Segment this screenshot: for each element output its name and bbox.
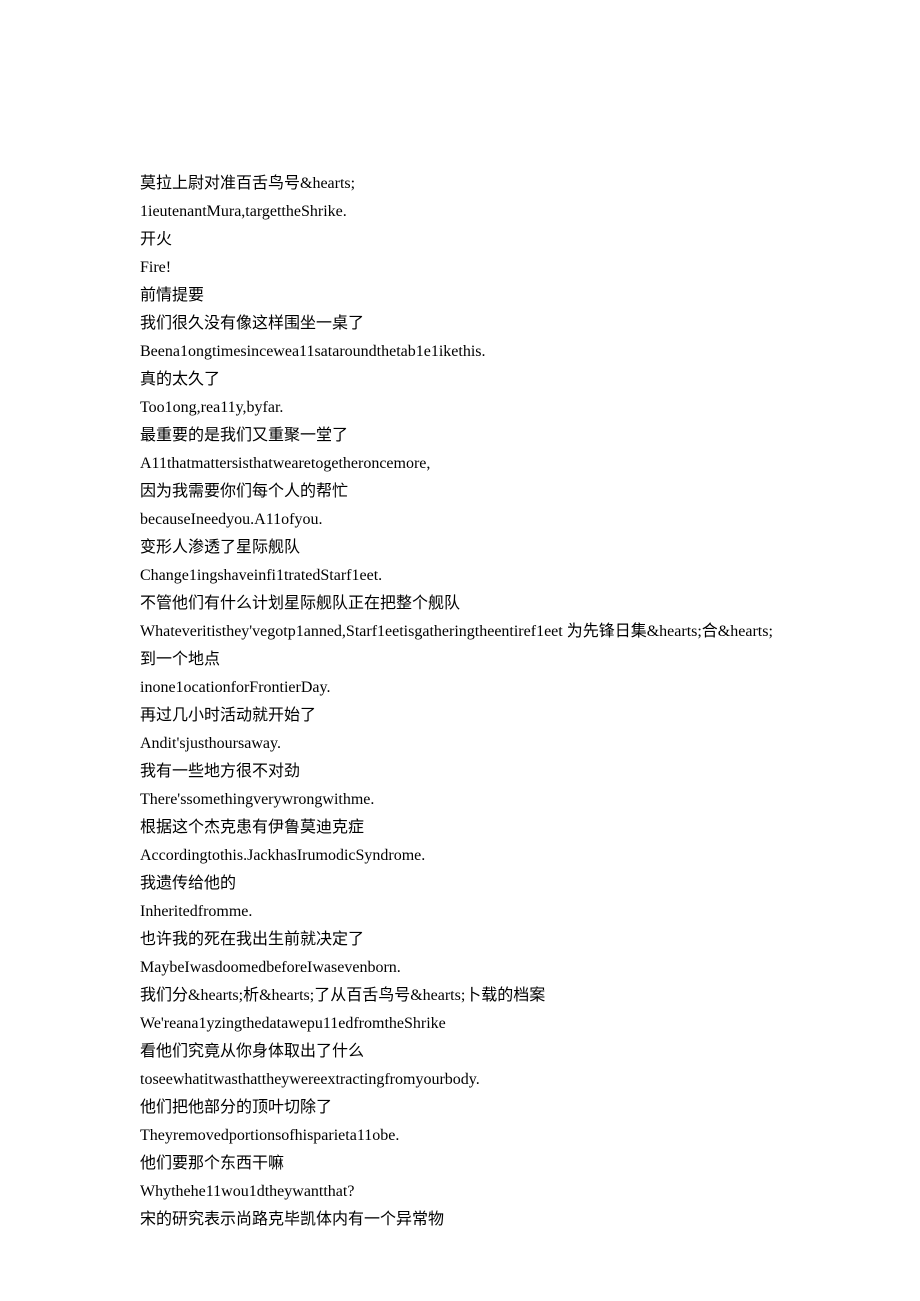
subtitle-line: There'ssomethingverywrongwithme. [140, 786, 780, 814]
subtitle-line: Theyremovedportionsofhisparieta11obe. [140, 1122, 780, 1150]
subtitle-line: inone1ocationforFrontierDay. [140, 674, 780, 702]
subtitle-line: becauseIneedyou.A11ofyou. [140, 506, 780, 534]
subtitle-line: Fire! [140, 254, 780, 282]
subtitle-line: 宋的研究表示尚路克毕凯体内有一个异常物 [140, 1206, 780, 1234]
subtitle-line: Inheritedfromme. [140, 898, 780, 926]
subtitle-line: Change1ingshaveinfi1tratedStarf1eet. [140, 562, 780, 590]
subtitle-line: 根据这个杰克患有伊鲁莫迪克症 [140, 814, 780, 842]
subtitle-line: 因为我需要你们每个人的帮忙 [140, 478, 780, 506]
document-page: 莫拉上尉对准百舌鸟号&hearts;1ieutenantMura,targett… [0, 0, 920, 1301]
subtitle-line: MaybeIwasdoomedbeforeIwasevenborn. [140, 954, 780, 982]
subtitle-line: 我们分&hearts;析&hearts;了从百舌鸟号&hearts;卜载的档案 [140, 982, 780, 1010]
subtitle-line: 也许我的死在我出生前就决定了 [140, 926, 780, 954]
subtitle-line: Accordingtothis.JackhasIrumodicSyndrome. [140, 842, 780, 870]
subtitle-line: We'reana1yzingthedatawepu11edfromtheShri… [140, 1010, 780, 1038]
subtitle-line: 莫拉上尉对准百舌鸟号&hearts; [140, 170, 780, 198]
subtitle-line: 开火 [140, 226, 780, 254]
subtitle-line: 真的太久了 [140, 366, 780, 394]
subtitle-line: 不管他们有什么计划星际舰队正在把整个舰队 [140, 590, 780, 618]
subtitle-line: 最重要的是我们又重聚一堂了 [140, 422, 780, 450]
subtitle-line: 我们很久没有像这样围坐一桌了 [140, 310, 780, 338]
subtitle-line: Whateveritisthey'vegotp1anned,Starf1eeti… [140, 618, 780, 674]
subtitle-line: 看他们究竟从你身体取出了什么 [140, 1038, 780, 1066]
subtitle-line: 他们要那个东西干嘛 [140, 1150, 780, 1178]
subtitle-line: 前情提要 [140, 282, 780, 310]
subtitle-line: A11thatmattersisthatwearetogetheroncemor… [140, 450, 780, 478]
subtitle-line: Beena1ongtimesincewea11sataroundthetab1e… [140, 338, 780, 366]
subtitle-line: 我有一些地方很不对劲 [140, 758, 780, 786]
subtitle-line: Too1ong,rea11y,byfar. [140, 394, 780, 422]
subtitle-line: Andit'sjusthoursaway. [140, 730, 780, 758]
subtitle-line: 他们把他部分的顶叶切除了 [140, 1094, 780, 1122]
subtitle-line: 我遗传给他的 [140, 870, 780, 898]
subtitle-line: toseewhatitwasthattheywereextractingfrom… [140, 1066, 780, 1094]
subtitle-line: 再过几小时活动就开始了 [140, 702, 780, 730]
subtitle-line: Whythehe11wou1dtheywantthat? [140, 1178, 780, 1206]
subtitle-lines: 莫拉上尉对准百舌鸟号&hearts;1ieutenantMura,targett… [140, 170, 780, 1234]
subtitle-line: 变形人渗透了星际舰队 [140, 534, 780, 562]
subtitle-line: 1ieutenantMura,targettheShrike. [140, 198, 780, 226]
